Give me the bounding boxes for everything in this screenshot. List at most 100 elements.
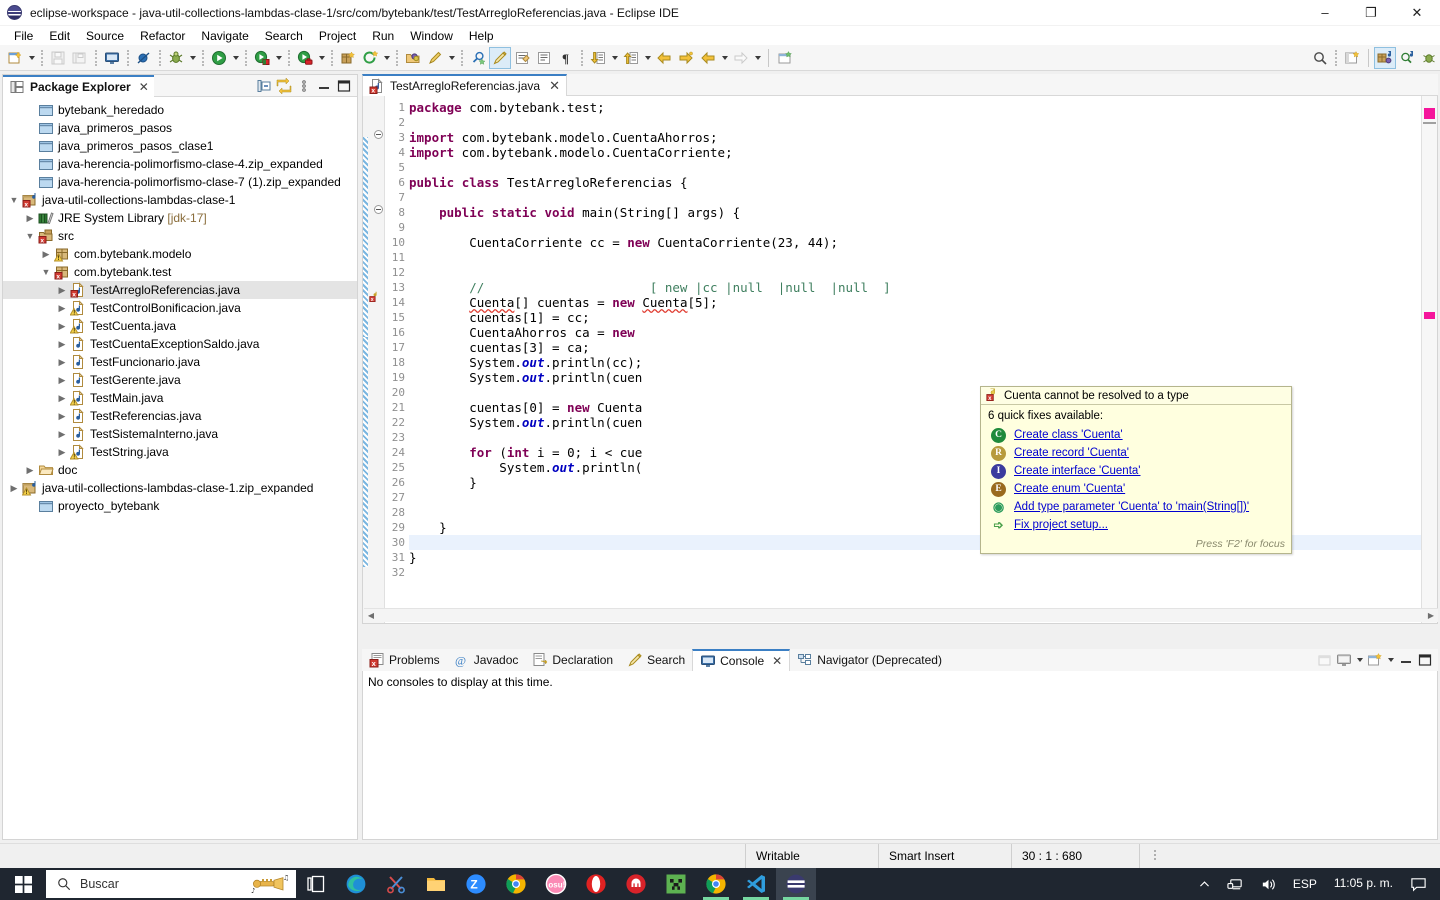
forward-history-icon[interactable] [730, 47, 752, 69]
code-line[interactable] [409, 220, 1421, 235]
toggle-mark-occurrences-icon[interactable] [489, 46, 511, 69]
chevron-down-icon[interactable]: ▼ [7, 191, 21, 209]
tree-item[interactable]: java-herencia-polimorfismo-clase-4.zip_e… [3, 155, 357, 173]
quick-fix-item-create-record[interactable]: R Create record 'Cuenta' [987, 444, 1285, 462]
display-console-dropdown-icon[interactable] [1354, 649, 1365, 671]
chevron-right-icon[interactable]: ▶ [55, 353, 69, 371]
previous-member-dropdown-icon[interactable] [642, 47, 653, 69]
code-line[interactable] [409, 265, 1421, 280]
tree-item[interactable]: ▶! com.bytebank.modelo [3, 245, 357, 263]
editor-tab-close-icon[interactable]: ✕ [549, 78, 560, 94]
code-line[interactable]: cuentas[3] = ca; [409, 340, 1421, 355]
back-history-dropdown-icon[interactable] [719, 47, 730, 69]
tab-declaration[interactable]: Declaration [525, 649, 620, 671]
link-with-editor-icon[interactable] [275, 77, 293, 95]
menu-window[interactable]: Window [402, 27, 461, 45]
previous-member-icon[interactable] [620, 47, 642, 69]
code-line[interactable]: package com.bytebank.test; [409, 100, 1421, 115]
quick-fix-tooltip[interactable]: x Cuenta cannot be resolved to a type 6 … [980, 386, 1292, 554]
tree-item[interactable]: ▼ x src [3, 227, 357, 245]
previous-annotation-dropdown-icon[interactable] [446, 47, 457, 69]
open-console-icon[interactable] [1316, 651, 1334, 669]
tab-console[interactable]: Console ✕ [692, 649, 791, 671]
debug-dropdown-icon[interactable] [187, 47, 198, 69]
overview-scroll-thumb[interactable] [1423, 122, 1436, 124]
quick-fix-link[interactable]: Add type parameter 'Cuenta' to 'main(Str… [1014, 501, 1249, 513]
tab-javadoc[interactable]: @ Javadoc [447, 649, 526, 671]
run-coverage-dropdown-icon[interactable] [273, 47, 284, 69]
external-tools-icon[interactable] [294, 47, 316, 69]
tree-item[interactable]: ▶ TestReferencias.java [3, 407, 357, 425]
zoom-app-button[interactable]: Z [456, 868, 496, 900]
chevron-down-icon[interactable]: ▼ [39, 263, 53, 281]
run-dropdown-icon[interactable] [230, 47, 241, 69]
pilcrow-icon[interactable]: ¶ [555, 47, 577, 69]
code-line[interactable] [409, 190, 1421, 205]
overview-occurrence-mark[interactable] [1424, 312, 1435, 319]
menu-run[interactable]: Run [364, 27, 402, 45]
code-line[interactable]: import com.bytebank.modelo.CuentaAhorros… [409, 130, 1421, 145]
menu-help[interactable]: Help [461, 27, 502, 45]
chevron-right-icon[interactable]: ▶ [55, 443, 69, 461]
chevron-right-icon[interactable]: ▶ [55, 335, 69, 353]
tree-item[interactable]: proyecto_bytebank [3, 497, 357, 515]
overview-error-mark[interactable] [1424, 108, 1435, 119]
forward-navigation-icon[interactable] [675, 47, 697, 69]
maximize-view-icon[interactable] [335, 77, 353, 95]
tree-item[interactable]: ▼ x java-util-collections-lambdas-clase-1 [3, 191, 357, 209]
debug-perspective-icon[interactable] [1418, 47, 1440, 69]
chevron-right-icon[interactable]: ▶ [55, 425, 69, 443]
code-line[interactable]: CuentaAhorros ca = new [409, 325, 1421, 340]
chevron-right-icon[interactable]: ▶ [7, 479, 21, 497]
eclipse-app-button[interactable] [776, 868, 816, 900]
new-wizard-icon[interactable] [4, 47, 26, 69]
quick-access-search-icon[interactable] [1309, 47, 1331, 69]
tree-item[interactable]: ▶ TestSistemaInterno.java [3, 425, 357, 443]
tab-navigator[interactable]: Navigator (Deprecated) [790, 649, 949, 671]
quick-fix-item-create-enum[interactable]: E Create enum 'Cuenta' [987, 480, 1285, 498]
tree-item[interactable]: ▼ x com.bytebank.test [3, 263, 357, 281]
chevron-right-icon[interactable]: ▶ [55, 281, 69, 299]
tree-item[interactable]: ▶! TestCuenta.java [3, 317, 357, 335]
notifications-icon[interactable] [1403, 868, 1434, 900]
code-line[interactable] [409, 250, 1421, 265]
tree-item[interactable]: ▶ JRE System Library [jdk-17] [3, 209, 357, 227]
code-line[interactable] [409, 565, 1421, 580]
run-coverage-icon[interactable] [251, 47, 273, 69]
code-line[interactable]: cuentas[1] = cc; [409, 310, 1421, 325]
task-view-button[interactable] [296, 868, 336, 900]
menu-navigate[interactable]: Navigate [193, 27, 256, 45]
chevron-right-icon[interactable]: ▶ [55, 407, 69, 425]
fold-marker-line8-icon[interactable] [374, 205, 383, 214]
quick-fix-link[interactable]: Fix project setup... [1014, 519, 1108, 531]
quick-fix-link[interactable]: Create class 'Cuenta' [1014, 429, 1123, 441]
error-marker-icon[interactable]: x [369, 291, 380, 303]
run-icon[interactable] [208, 47, 230, 69]
snipping-tool-button[interactable] [376, 868, 416, 900]
tree-item[interactable]: java_primeros_pasos [3, 119, 357, 137]
tab-package-explorer[interactable]: Package Explorer ✕ [3, 74, 154, 97]
show-hidden-icons-button[interactable] [1191, 868, 1218, 900]
new-wizard-dropdown-icon[interactable] [26, 47, 37, 69]
code-line[interactable]: import com.bytebank.modelo.CuentaCorrien… [409, 145, 1421, 160]
chevron-right-icon[interactable]: ▶ [55, 389, 69, 407]
save-all-icon[interactable] [69, 47, 91, 69]
tree-item[interactable]: ▶ x TestArregloReferencias.java [3, 281, 357, 299]
code-line[interactable]: // [ new |cc |null |null |null ] [409, 280, 1421, 295]
minimize-button[interactable]: – [1302, 0, 1348, 26]
red-app-button[interactable] [616, 868, 656, 900]
java-perspective-icon[interactable] [1374, 46, 1396, 69]
maximize-console-icon[interactable] [1416, 651, 1434, 669]
previous-annotation-icon[interactable] [424, 47, 446, 69]
open-type-icon[interactable] [402, 47, 424, 69]
chevron-right-icon[interactable]: ▶ [39, 245, 53, 263]
scroll-left-icon[interactable]: ◀ [364, 611, 378, 620]
chrome-2-app-button[interactable] [696, 868, 736, 900]
menu-source[interactable]: Source [78, 27, 132, 45]
tree-item[interactable]: ▶! java-util-collections-lambdas-clase-1.… [3, 479, 357, 497]
minimize-console-icon[interactable] [1397, 651, 1415, 669]
chevron-right-icon[interactable]: ▶ [55, 317, 69, 335]
tab-test-arreglo-referencias[interactable]: x TestArregloReferencias.java ✕ [362, 74, 567, 96]
quick-fix-link[interactable]: Create enum 'Cuenta' [1014, 483, 1125, 495]
next-member-dropdown-icon[interactable] [609, 47, 620, 69]
